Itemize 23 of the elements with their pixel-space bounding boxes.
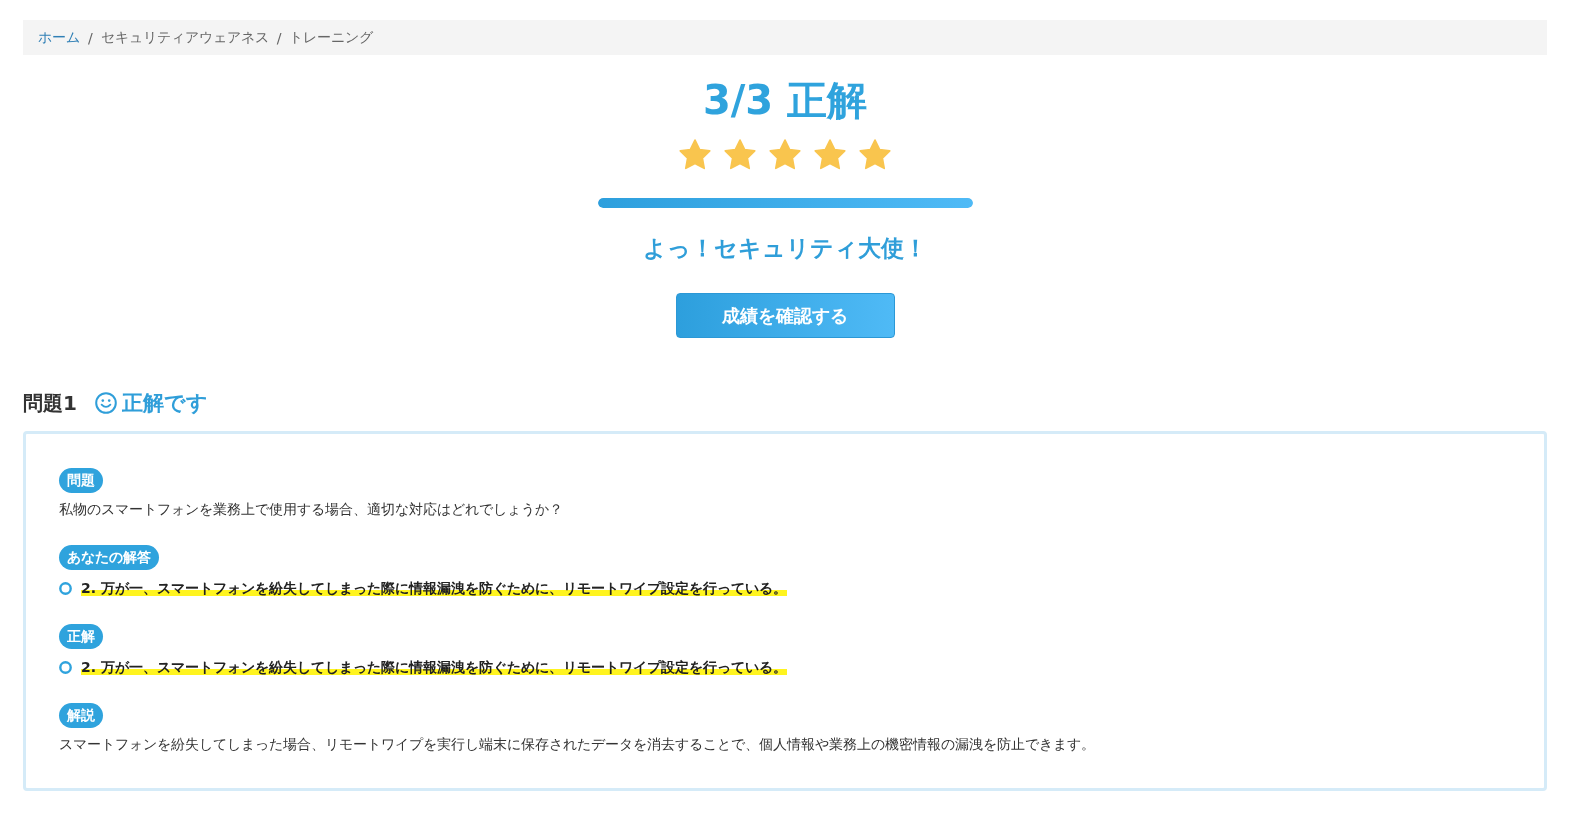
ring-icon [59,660,72,674]
result-message: よっ！セキュリティ大使！ [643,234,927,263]
breadcrumb-separator: / [276,29,282,46]
breadcrumb-link[interactable]: ホーム [38,28,80,47]
star-icon [858,138,892,172]
breadcrumb-separator: / [88,29,93,46]
section-label: あなたの解答 [59,545,159,570]
score-heading: 3/3 正解 [702,76,868,124]
star-icon [768,138,802,172]
breadcrumb-item: トレーニング [289,28,374,47]
star-icon [678,138,712,172]
section-label: 問題 [59,468,103,493]
section-label: 解説 [59,703,103,728]
breadcrumb-item: セキュリティアウェアネス [100,28,269,47]
question-title: 問題1 [23,389,77,417]
section-text: スマートフォンを紛失してしまった場合、リモートワイプを実行し端末に保存されたデータを消去することで、個人情報や業務上の機密情報の漏洩を防止できます。 [59,735,1096,754]
star-icon [813,138,847,172]
verdict-text: 正解です [121,390,208,417]
view-results-button[interactable]: 成績を確認する [675,293,895,338]
star-icon [723,138,757,172]
section-text: 私物のスマートフォンを業務上で使用する場合、適切な対応はどれでしょうか？ [59,500,564,519]
ring-icon [59,581,72,595]
section-label: 正解 [59,624,103,649]
